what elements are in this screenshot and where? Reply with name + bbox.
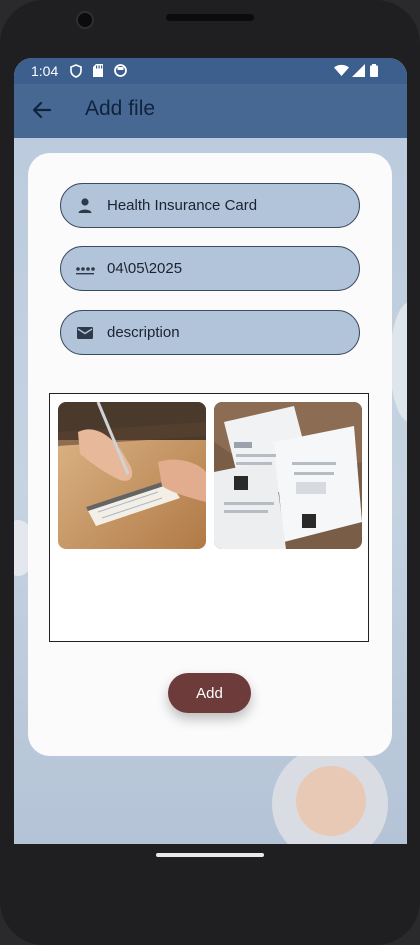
circle-app-icon	[114, 64, 127, 77]
app-bar: Add file	[14, 84, 407, 138]
status-time: 1:04	[31, 63, 59, 79]
front-camera	[76, 11, 94, 29]
name-field[interactable]	[60, 183, 360, 228]
phone-frame: 1:04 Add file Health Insurance Card 04\0…	[0, 0, 420, 945]
password-dots-icon	[76, 267, 95, 275]
bg-decoration-circle	[390, 302, 407, 422]
form-card: Add	[28, 153, 392, 756]
image-documents-paper-clips[interactable]	[214, 402, 362, 549]
arrow-left-icon[interactable]	[28, 96, 56, 124]
wifi-icon	[334, 64, 349, 76]
image-writing-notebook[interactable]	[58, 402, 206, 549]
date-input[interactable]	[107, 247, 347, 290]
description-field[interactable]	[60, 310, 360, 355]
home-gesture-bar[interactable]	[156, 853, 264, 857]
cellular-icon	[352, 64, 365, 77]
add-button[interactable]: Add	[168, 673, 251, 713]
screen: 1:04 Add file Health Insurance Card 04\0…	[14, 58, 407, 844]
description-input[interactable]	[107, 311, 347, 354]
bg-decoration-circle	[296, 766, 366, 836]
name-input[interactable]	[107, 184, 347, 227]
image-gallery	[49, 393, 369, 642]
status-bar: 1:04	[14, 58, 407, 84]
earpiece-speaker	[166, 14, 254, 21]
person-icon	[78, 198, 92, 213]
sd-card-icon	[93, 64, 103, 77]
battery-icon	[370, 64, 378, 77]
page-title: Add file	[85, 97, 156, 120]
mail-icon	[77, 327, 93, 339]
date-field[interactable]	[60, 246, 360, 291]
shield-icon	[70, 64, 82, 78]
